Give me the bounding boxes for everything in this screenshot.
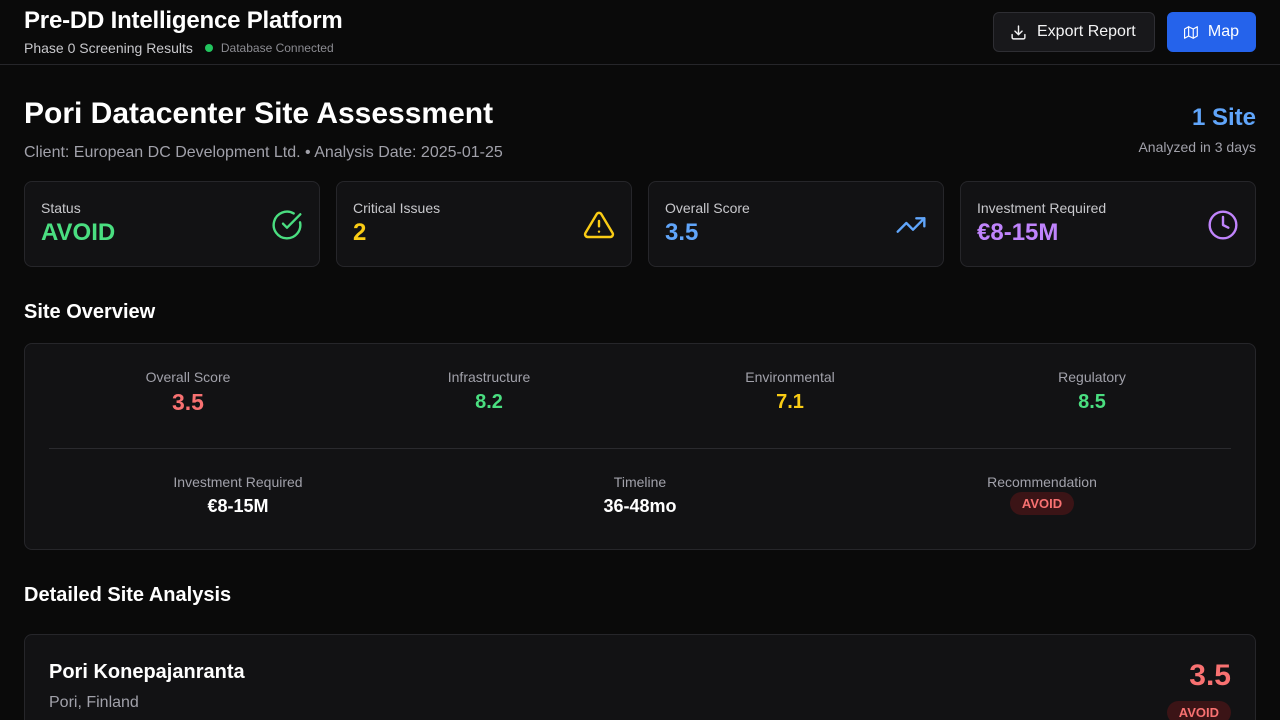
- metric-environmental: Environmental 7.1: [690, 369, 890, 414]
- metric-label: Regulatory: [1058, 369, 1126, 385]
- map-button[interactable]: Map: [1167, 12, 1256, 52]
- page-meta: Client: European DC Development Ltd. • A…: [24, 144, 503, 161]
- section-title-site-overview: Site Overview: [24, 301, 156, 323]
- divider: [49, 448, 1231, 449]
- site-count-subtitle: Analyzed in 3 days: [1138, 139, 1256, 155]
- metric-value: 36-48mo: [603, 496, 677, 516]
- stat-card-investment: Investment Required €8-15M: [960, 181, 1256, 267]
- top-bar: Pre-DD Intelligence Platform Phase 0 Scr…: [0, 0, 1280, 65]
- stat-card-status: Status AVOID: [24, 181, 320, 267]
- metric-recommendation: Recommendation AVOID: [942, 474, 1142, 515]
- metric-value: 3.5: [172, 389, 204, 415]
- site-name: Pori Konepajanranta: [49, 661, 245, 683]
- metric-infrastructure: Infrastructure 8.2: [389, 369, 589, 414]
- metric-label: Environmental: [745, 369, 835, 385]
- clock-icon: [1208, 210, 1238, 240]
- stat-value: 3.5: [665, 219, 699, 246]
- site-detail-card[interactable]: Pori Konepajanranta Pori, Finland 3.5 AV…: [24, 634, 1256, 720]
- stat-card-critical-issues: Critical Issues 2: [336, 181, 632, 267]
- app-title: Pre-DD Intelligence Platform: [24, 7, 343, 34]
- stat-card-overall-score: Overall Score 3.5: [648, 181, 944, 267]
- metric-regulatory: Regulatory 8.5: [992, 369, 1192, 414]
- stat-value: 2: [353, 219, 367, 246]
- metric-value: €8-15M: [207, 496, 269, 516]
- metric-label: Recommendation: [987, 474, 1097, 490]
- stat-label: Critical Issues: [353, 200, 441, 216]
- site-score: 3.5: [1189, 659, 1231, 692]
- db-status-label: Database Connected: [220, 41, 334, 55]
- export-report-button[interactable]: Export Report: [993, 12, 1155, 52]
- metric-label: Timeline: [613, 474, 667, 490]
- metric-label: Infrastructure: [447, 369, 531, 385]
- app-subtitle-row: Phase 0 Screening Results Database Conne…: [24, 40, 334, 56]
- check-circle-icon: [272, 210, 302, 240]
- site-location: Pori, Finland: [49, 694, 139, 711]
- metric-value: 8.2: [475, 391, 503, 413]
- stat-label: Status: [41, 200, 81, 216]
- stat-label: Investment Required: [977, 200, 1107, 216]
- trending-up-icon: [896, 217, 926, 233]
- site-count: 1 Site: [1191, 104, 1256, 131]
- metric-investment-required: Investment Required €8-15M: [138, 474, 338, 517]
- stat-label: Overall Score: [665, 200, 750, 216]
- metric-label: Overall Score: [145, 369, 231, 385]
- metric-value: 7.1: [776, 391, 804, 413]
- recommendation-badge: AVOID: [1009, 492, 1075, 515]
- export-report-label: Export Report: [1037, 23, 1136, 40]
- site-overview-card: Overall Score 3.5 Infrastructure 8.2 Env…: [24, 343, 1256, 550]
- site-recommendation-badge: AVOID: [1166, 701, 1231, 720]
- metric-value: 8.5: [1078, 391, 1106, 413]
- status-dot-icon: [204, 44, 213, 52]
- warning-triangle-icon: [583, 211, 615, 239]
- stat-value: €8-15M: [977, 219, 1059, 246]
- metric-timeline: Timeline 36-48mo: [540, 474, 740, 517]
- page-title: Pori Datacenter Site Assessment: [24, 97, 494, 130]
- metric-label: Investment Required: [173, 474, 303, 490]
- download-icon: [1011, 24, 1026, 40]
- map-label: Map: [1207, 23, 1239, 40]
- app-subtitle: Phase 0 Screening Results: [24, 40, 193, 56]
- map-icon: [1184, 25, 1198, 39]
- metric-overall-score: Overall Score 3.5: [88, 369, 288, 416]
- stat-value: AVOID: [41, 219, 116, 246]
- section-title-detailed-analysis: Detailed Site Analysis: [24, 584, 232, 606]
- db-status: Database Connected: [204, 41, 334, 55]
